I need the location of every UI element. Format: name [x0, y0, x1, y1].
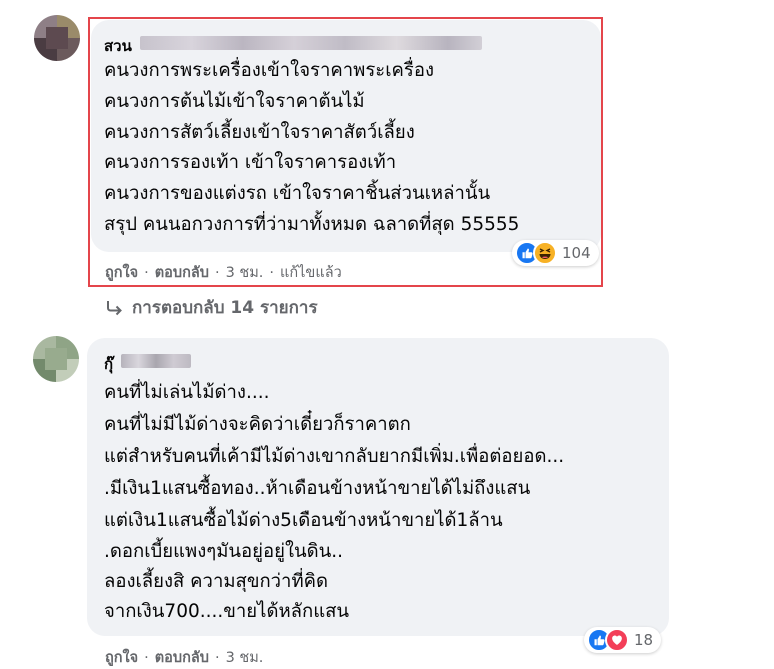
reply-button[interactable]: ตอบกลับ — [155, 261, 209, 284]
reaction-summary[interactable]: 18 — [584, 627, 662, 653]
reaction-count: 18 — [634, 631, 654, 649]
comment-timestamp[interactable]: 3 ชม. — [226, 646, 264, 669]
comment-text-line: .ดอกเบี้ยแพงๆมันอยู่อยู่ในดิน.. — [104, 541, 344, 562]
view-replies-label: การตอบกลับ 14 รายการ — [132, 298, 318, 318]
separator-dot: · — [269, 264, 275, 281]
avatar[interactable] — [34, 15, 80, 61]
love-icon — [605, 628, 629, 652]
edited-label[interactable]: แก้ไขแล้ว — [280, 261, 342, 284]
reply-arrow-icon — [107, 300, 122, 315]
separator-dot: · — [214, 264, 220, 281]
highlight-box — [88, 17, 603, 287]
comment-actions: ถูกใจ · ตอบกลับ · 3 ชม. — [105, 646, 263, 669]
like-button[interactable]: ถูกใจ — [105, 646, 138, 669]
comment-text-line: คนที่ไม่มีไม้ด่างจะคิดว่าเดี๋ยวก็ราคาตก — [104, 414, 411, 435]
avatar[interactable] — [33, 336, 79, 382]
separator-dot: · — [144, 649, 149, 666]
comment-timestamp[interactable]: 3 ชม. — [226, 261, 264, 284]
reply-button[interactable]: ตอบกลับ — [155, 646, 209, 669]
comment-actions: ถูกใจ · ตอบกลับ · 3 ชม. · แก้ไขแล้ว — [105, 261, 342, 284]
comment-text-line: แต่เงิน1แสนซื้อไม้ด่าง5เดือนข้างหน้าขายไ… — [104, 510, 503, 531]
like-button[interactable]: ถูกใจ — [105, 261, 138, 284]
comment-author[interactable]: กุ๊ — [104, 352, 113, 376]
separator-dot: · — [144, 264, 149, 281]
comment-text-line: แต่สำหรับคนที่เค้ามีไม้ด่างเขากลับยากมีเ… — [104, 446, 565, 467]
comment-text-line: ลองเลี้ยงสิ ความสุขกว่าที่คิด — [104, 571, 329, 592]
comment-text-line: .มีเงิน1แสนซื้อทอง..ห้าเดือนข้างหน้าขายไ… — [104, 478, 531, 499]
view-replies-link[interactable]: การตอบกลับ 14 รายการ — [106, 294, 318, 321]
comment-text-line: จากเงิน700....ขายได้หลักแสน — [104, 601, 350, 622]
author-name-blurred — [121, 354, 191, 368]
comment-text-line: คนที่ไม่เล่นไม้ด่าง.... — [104, 382, 270, 403]
separator-dot: · — [214, 649, 220, 666]
